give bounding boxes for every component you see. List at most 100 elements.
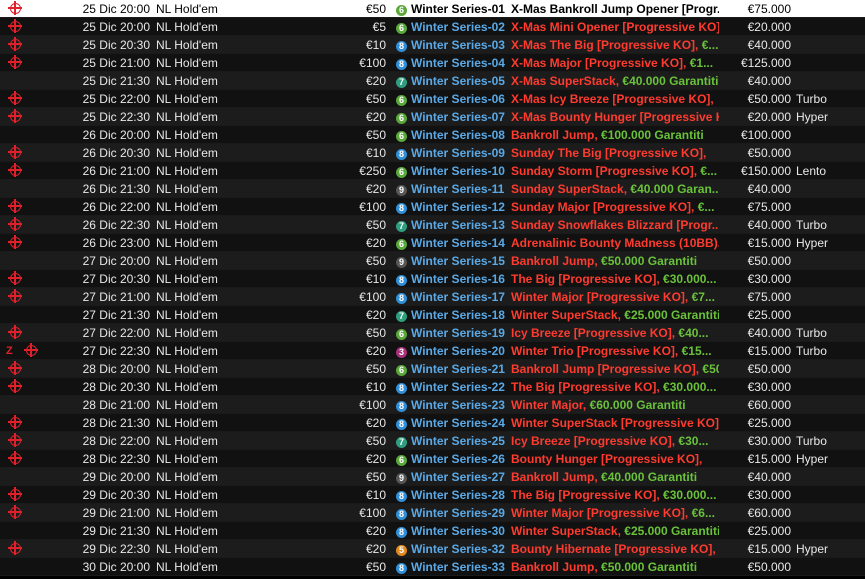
tournament-name: Bounty Hunger [Progressive KO], — [511, 450, 719, 468]
speed-type: Turbo — [796, 218, 827, 232]
speed-type: Hyper — [796, 542, 829, 556]
table-row[interactable]: 30 Dic 20:00 NL Hold'em €50 8 Winter Series-… — [0, 558, 865, 576]
table-row[interactable]: 27 Dic 20:00 NL Hold'em €50 9 Winter Series-… — [0, 252, 865, 270]
tournament-name: Bankroll Jump, €100.000 Garantiti — [511, 126, 719, 144]
bounty-target-icon — [8, 505, 22, 519]
table-row[interactable]: Z 27 Dic 22:30 NL Hold'em €20 3 Winter Series… — [0, 342, 865, 360]
buy-in: €20 — [365, 236, 386, 250]
guarantee-text: €1... — [689, 56, 714, 70]
bounty-target-icon — [8, 487, 22, 501]
game-type: NL Hold'em — [156, 200, 218, 214]
speed-type — [796, 504, 856, 522]
table-size-icon: 8 — [396, 491, 407, 502]
table-row[interactable]: 26 Dic 21:00 NL Hold'em €250 6 Winter Series… — [0, 162, 865, 180]
series-label: Winter Series-09 — [411, 146, 505, 160]
series-label: Winter Series-14 — [411, 236, 505, 250]
buy-in: €10 — [365, 488, 386, 502]
table-row[interactable]: 27 Dic 21:00 NL Hold'em €100 8 Winter Series… — [0, 288, 865, 306]
table-row[interactable]: 26 Dic 23:00 NL Hold'em €20 6 Winter Series-… — [0, 234, 865, 252]
max-players-badge: 8 — [396, 198, 410, 216]
speed-type — [796, 198, 856, 216]
table-row[interactable]: 25 Dic 20:00 NL Hold'em €5 6 Winter Series-0… — [0, 18, 865, 36]
tournament-name: The Big [Progressive KO], €30.000... — [511, 486, 719, 504]
table-row[interactable]: 29 Dic 20:00 NL Hold'em €50 9 Winter Series-… — [0, 468, 865, 486]
speed-type — [796, 144, 856, 162]
max-players-badge: 6 — [396, 162, 410, 180]
table-size-icon: 6 — [396, 23, 407, 34]
bounty-target-icon — [8, 289, 22, 303]
table-row[interactable]: 28 Dic 22:30 NL Hold'em €20 6 Winter Series-… — [0, 450, 865, 468]
table-row[interactable]: 28 Dic 20:00 NL Hold'em €50 6 Winter Series-… — [0, 360, 865, 378]
prize-pool: €50.000 — [747, 254, 791, 268]
speed-type: Turbo — [796, 434, 827, 448]
tournament-title: Sunday SuperStack, — [511, 182, 628, 196]
game-type: NL Hold'em — [156, 308, 218, 322]
tournament-name: X-Mas The Big [Progressive KO], €... — [511, 36, 719, 54]
table-row[interactable]: 25 Dic 20:00 NL Hold'em €50 6 Winter Series-… — [0, 0, 865, 18]
start-datetime: 25 Dic 22:00 — [82, 92, 150, 106]
max-players-badge: 6 — [396, 90, 410, 108]
bounty-target-icon — [8, 541, 22, 555]
table-size-icon: 8 — [396, 563, 407, 574]
prize-pool: €20.000 — [747, 20, 791, 34]
table-size-icon: 6 — [396, 239, 407, 250]
game-type: NL Hold'em — [156, 92, 218, 106]
max-players-badge: 8 — [396, 504, 410, 522]
table-row[interactable]: 26 Dic 20:00 NL Hold'em €50 6 Winter Series-… — [0, 126, 865, 144]
table-row[interactable]: 29 Dic 21:00 NL Hold'em €100 8 Winter Series… — [0, 504, 865, 522]
max-players-badge: 8 — [396, 36, 410, 54]
table-row[interactable]: 25 Dic 20:30 NL Hold'em €10 8 Winter Series-… — [0, 36, 865, 54]
bounty-target-icon — [8, 145, 22, 159]
tournament-title: X-Mas Mini Opener [Progressive KO], — [511, 20, 719, 34]
start-datetime: 25 Dic 22:30 — [82, 110, 150, 124]
prize-pool: €40.000 — [747, 326, 791, 340]
table-row[interactable]: 25 Dic 21:00 NL Hold'em €100 8 Winter Series… — [0, 54, 865, 72]
table-row[interactable]: 26 Dic 22:30 NL Hold'em €50 7 Winter Series-… — [0, 216, 865, 234]
series-label: Winter Series-33 — [411, 560, 505, 574]
table-row[interactable]: 25 Dic 22:30 NL Hold'em €20 6 Winter Series-… — [0, 108, 865, 126]
prize-pool: €40.000 — [747, 74, 791, 88]
game-type: NL Hold'em — [156, 218, 218, 232]
table-row[interactable]: 29 Dic 21:30 NL Hold'em €20 8 Winter Series-… — [0, 522, 865, 540]
row-icons — [4, 144, 64, 162]
start-datetime: 28 Dic 21:30 — [82, 416, 150, 430]
table-row[interactable]: 28 Dic 20:30 NL Hold'em €10 8 Winter Series-… — [0, 378, 865, 396]
prize-pool: €15.000 — [747, 344, 791, 358]
prize-pool: €40.000 — [747, 38, 791, 52]
max-players-badge: 6 — [396, 234, 410, 252]
table-row[interactable]: 27 Dic 20:30 NL Hold'em €10 8 Winter Series-… — [0, 270, 865, 288]
table-row[interactable]: 25 Dic 21:30 NL Hold'em €20 7 Winter Series-… — [0, 72, 865, 90]
guarantee-text: €50.000 Garantiti — [601, 254, 698, 268]
row-icons — [4, 396, 64, 414]
table-row[interactable]: 28 Dic 22:00 NL Hold'em €50 7 Winter Series-… — [0, 432, 865, 450]
table-row[interactable]: 26 Dic 21:30 NL Hold'em €20 9 Winter Series-… — [0, 180, 865, 198]
table-row[interactable]: 28 Dic 21:00 NL Hold'em €100 8 Winter Series… — [0, 396, 865, 414]
table-size-icon: 7 — [396, 437, 407, 448]
tournament-name: Bankroll Jump [Progressive KO], €50... — [511, 360, 719, 378]
series-label: Winter Series-02 — [411, 20, 505, 34]
series-label: Winter Series-15 — [411, 254, 505, 268]
table-row[interactable]: 28 Dic 21:30 NL Hold'em €20 8 Winter Series-… — [0, 414, 865, 432]
max-players-badge: 6 — [396, 324, 410, 342]
bounty-target-icon — [8, 325, 22, 339]
tournament-name: Sunday SuperStack, €40.000 Garan... — [511, 180, 719, 198]
prize-pool: €75.000 — [747, 200, 791, 214]
table-row[interactable]: 29 Dic 20:30 NL Hold'em €10 8 Winter Series-… — [0, 486, 865, 504]
bounty-target-icon — [8, 109, 22, 123]
buy-in: €100 — [359, 200, 386, 214]
table-size-icon: 3 — [396, 347, 407, 358]
row-icons — [4, 90, 64, 108]
buy-in: €10 — [365, 38, 386, 52]
bounty-target-icon — [8, 163, 22, 177]
row-icons — [4, 306, 64, 324]
table-row[interactable]: 26 Dic 20:30 NL Hold'em €10 8 Winter Series-… — [0, 144, 865, 162]
table-row[interactable]: 27 Dic 22:00 NL Hold'em €50 6 Winter Series-… — [0, 324, 865, 342]
table-row[interactable]: 29 Dic 22:30 NL Hold'em €20 5 Winter Series-… — [0, 540, 865, 558]
table-row[interactable]: 27 Dic 21:30 NL Hold'em €20 7 Winter Series-… — [0, 306, 865, 324]
table-row[interactable]: 25 Dic 22:00 NL Hold'em €50 6 Winter Series-… — [0, 90, 865, 108]
series-label: Winter Series-06 — [411, 92, 505, 106]
series-label: Winter Series-01 — [411, 2, 505, 16]
bounty-target-icon — [8, 271, 22, 285]
table-size-icon: 7 — [396, 311, 407, 322]
table-row[interactable]: 26 Dic 22:00 NL Hold'em €100 8 Winter Series… — [0, 198, 865, 216]
